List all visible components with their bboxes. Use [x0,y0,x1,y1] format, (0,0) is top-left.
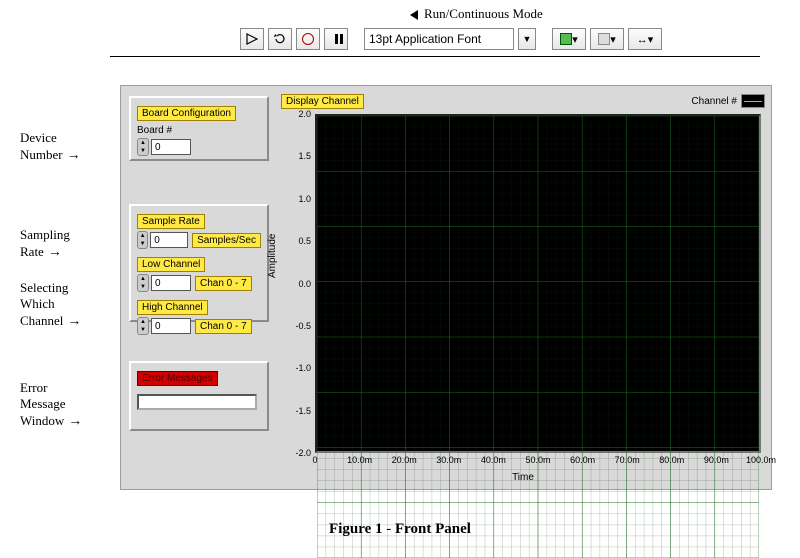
sample-rate-label: Sample Rate [137,214,205,229]
font-selector[interactable]: 13pt Application Font [364,28,514,50]
board-config-title: Board Configuration [137,106,236,121]
low-channel-label: Low Channel [137,257,205,272]
run-button[interactable] [240,28,264,50]
board-number-spinner[interactable]: ▲▼ [137,138,149,156]
x-tick-label: 80.0m [659,455,684,465]
x-tick-label: 0 [312,455,317,465]
align-objects-button[interactable]: ▾ [552,28,586,50]
x-tick-label: 70.0m [615,455,640,465]
sample-rate-input[interactable]: 0 [150,232,188,248]
figure-number: Figure 1 [329,521,382,537]
x-tick-label: 60.0m [570,455,595,465]
abort-button[interactable] [296,28,320,50]
y-axis-label: Amplitude [267,233,278,277]
board-config-frame: Board Configuration Board # ▲▼ 0 [129,96,269,161]
error-message-output [137,394,257,410]
graph-title: Display Channel [281,94,364,109]
y-ticks: -2.0-1.5-1.0-0.50.00.51.01.52.0 [281,114,313,453]
x-tick-label: 40.0m [481,455,506,465]
annotation-device-number: Device Number [20,130,81,163]
board-number-input[interactable]: 0 [151,139,191,155]
y-tick-label: 2.0 [298,109,311,119]
low-channel-unit: Chan 0 - 7 [195,276,252,291]
x-tick-label: 10.0m [347,455,372,465]
annotation-run-mode: Run/Continuous Mode [410,6,610,22]
y-tick-label: -1.0 [295,363,311,373]
x-tick-label: 100.0m [746,455,776,465]
run-continuous-button[interactable] [268,28,292,50]
y-tick-label: 0.0 [298,279,311,289]
x-axis-label: Time [281,472,765,483]
front-panel: Board Configuration Board # ▲▼ 0 Sample … [120,85,772,490]
sampling-frame: Sample Rate ▲▼ 0 Samples/Sec Low Channel… [129,204,269,322]
distribute-objects-button[interactable]: ▾ [590,28,624,50]
low-channel-input[interactable]: 0 [151,275,191,291]
annotation-sampling-rate: Sampling Rate [20,227,70,260]
x-tick-label: 50.0m [525,455,550,465]
font-selector-text: 13pt Application Font [369,32,481,46]
font-dropdown-arrow[interactable]: ▼ [518,28,536,50]
figure-caption: Figure 1 - Front Panel [0,521,800,538]
x-tick-label: 20.0m [392,455,417,465]
plot-grid [317,116,759,558]
legend-swatch-icon [741,94,765,108]
y-tick-label: -2.0 [295,448,311,458]
annotation-selecting-channel: Selecting Which Channel [20,280,81,329]
high-channel-unit: Chan 0 - 7 [195,319,252,334]
board-number-label: Board # [137,125,261,136]
sample-rate-unit: Samples/Sec [192,233,261,248]
annotation-error-window: Error Message Window [20,380,82,429]
plot-canvas[interactable] [315,114,761,453]
graph-area: Display Channel Channel # Amplitude -2.0… [281,92,765,483]
y-tick-label: 1.0 [298,194,311,204]
toolbar: 13pt Application Font ▼ ▾ ▾ ↔▾ [240,28,662,50]
error-frame: Error Messages [129,361,269,431]
legend-label: Channel # [691,96,737,107]
toolbar-underline [110,56,760,57]
high-channel-input[interactable]: 0 [151,318,191,334]
y-tick-label: -0.5 [295,321,311,331]
x-ticks: 0 10.0m 20.0m 30.0m 40.0m 50.0m 60.0m 70.0m 80.0… [315,455,761,469]
y-tick-label: 1.5 [298,151,311,161]
figure-title: Front Panel [395,521,471,537]
y-tick-label: 0.5 [298,236,311,246]
sample-rate-spinner[interactable]: ▲▼ [137,231,148,249]
y-tick-label: -1.5 [295,406,311,416]
error-title: Error Messages [137,371,218,386]
x-tick-label: 90.0m [704,455,729,465]
low-channel-spinner[interactable]: ▲▼ [137,274,149,292]
pause-button[interactable] [324,28,348,50]
reorder-button[interactable]: ↔▾ [628,28,662,50]
x-tick-label: 30.0m [436,455,461,465]
high-channel-label: High Channel [137,300,208,315]
high-channel-spinner[interactable]: ▲▼ [137,317,149,335]
graph-legend[interactable]: Channel # [691,94,765,108]
